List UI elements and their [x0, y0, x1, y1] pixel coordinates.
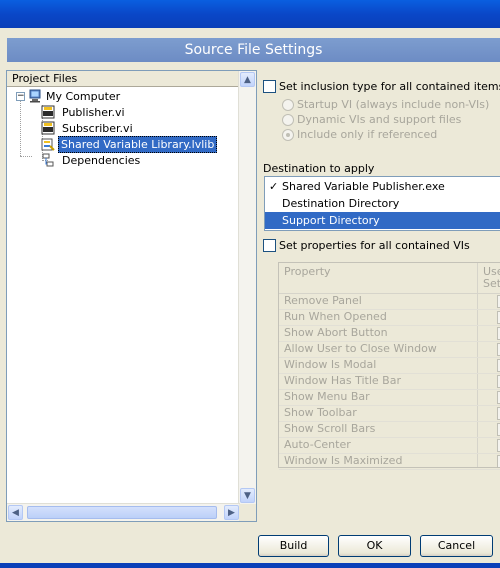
scroll-corner	[239, 504, 256, 521]
column-header-property: Property	[284, 265, 331, 278]
scroll-thumb[interactable]	[27, 506, 217, 519]
destination-item-label: Support Directory	[282, 214, 380, 227]
destination-item-exe[interactable]: ✓ Shared Variable Publisher.exe	[265, 178, 500, 195]
scroll-down-button[interactable]: ▼	[240, 488, 255, 503]
scroll-right-button[interactable]: ▶	[224, 505, 239, 520]
property-name: Allow User to Close Window	[284, 342, 437, 355]
property-name: Auto-Center	[284, 438, 351, 451]
tree-item-dependencies[interactable]: Dependencies	[60, 153, 142, 168]
radio-dynamic-vis[interactable]	[282, 114, 294, 126]
table-row: Remove Panel	[279, 293, 500, 310]
tree-item-label: Subscriber.vi	[62, 122, 133, 135]
destination-item-label: Destination Directory	[282, 197, 400, 210]
inclusion-type-label: Set inclusion type for all contained ite…	[279, 80, 500, 93]
tree-item-label: Dependencies	[62, 154, 141, 167]
table-row: Show Abort Button	[279, 325, 500, 342]
inclusion-type-checkbox[interactable]	[263, 80, 276, 93]
tree-item-label: Shared Variable Library.lvlib	[58, 136, 218, 153]
page-title: Source File Settings	[7, 38, 500, 62]
property-name: Show Scroll Bars	[284, 422, 376, 435]
radio-dynamic-vis-label: Dynamic VIs and support files	[297, 113, 462, 126]
project-files-tree[interactable]: Project Files − My Computer Publisher.vi…	[6, 70, 257, 522]
tree-item-subscriber[interactable]: Subscriber.vi	[60, 121, 135, 136]
cancel-button[interactable]: Cancel	[420, 535, 493, 557]
radio-startup-vi[interactable]	[282, 99, 294, 111]
property-name: Window Is Modal	[284, 358, 377, 371]
dependencies-icon	[42, 153, 54, 167]
property-name: Remove Panel	[284, 294, 362, 307]
property-name: Show Toolbar	[284, 406, 357, 419]
destination-label: Destination to apply	[263, 162, 375, 175]
table-header: Property Use Setti	[279, 263, 500, 294]
scroll-up-button[interactable]: ▲	[240, 72, 255, 87]
properties-checkbox-label: Set properties for all contained VIs	[279, 239, 470, 252]
property-name: Window Has Title Bar	[284, 374, 401, 387]
tree-item-publisher[interactable]: Publisher.vi	[60, 105, 127, 120]
table-row: Show Menu Bar	[279, 389, 500, 406]
table-row: Window Is Modal	[279, 357, 500, 374]
property-name: Show Menu Bar	[284, 390, 370, 403]
tree-item-label: Publisher.vi	[62, 106, 125, 119]
destination-item-label: Shared Variable Publisher.exe	[282, 180, 445, 193]
tree-line	[20, 101, 21, 156]
window-bottom-border	[0, 563, 500, 568]
build-button[interactable]: Build	[258, 535, 329, 557]
vertical-scrollbar[interactable]: ▲ ▼	[238, 71, 256, 504]
table-row: Window Is Maximized	[279, 453, 500, 470]
radio-include-if-referenced[interactable]	[282, 129, 294, 141]
radio-startup-vi-label: Startup VI (always include non-VIs)	[297, 98, 490, 111]
collapse-toggle[interactable]: −	[16, 92, 25, 101]
table-row: Auto-Center	[279, 437, 500, 454]
table-row: Show Toolbar	[279, 405, 500, 422]
tree-item-library[interactable]: Shared Variable Library.lvlib	[58, 136, 218, 153]
tree-item-label: My Computer	[46, 90, 121, 103]
radio-include-if-referenced-label: Include only if referenced	[297, 128, 438, 141]
property-name: Show Abort Button	[284, 326, 388, 339]
table-row: Window Has Title Bar	[279, 373, 500, 390]
scroll-left-button[interactable]: ◀	[8, 505, 23, 520]
tree-header: Project Files	[7, 71, 240, 87]
properties-table: Property Use Setti Remove Panel Run When …	[278, 262, 500, 470]
table-row: Run When Opened	[279, 309, 500, 326]
destination-item-support[interactable]: Support Directory	[265, 212, 500, 229]
table-row: Show Scroll Bars	[279, 421, 500, 438]
properties-checkbox[interactable]	[263, 239, 276, 252]
tree-line	[20, 156, 32, 157]
destination-list[interactable]: ✓ Shared Variable Publisher.exe Destinat…	[264, 176, 500, 231]
horizontal-scrollbar[interactable]: ◀ ▶	[7, 503, 240, 521]
column-header-user-2: Setti	[483, 277, 500, 290]
computer-icon	[29, 89, 41, 103]
library-icon	[41, 138, 55, 151]
ok-button[interactable]: OK	[338, 535, 411, 557]
destination-item-directory[interactable]: Destination Directory	[265, 195, 500, 212]
property-name: Run When Opened	[284, 310, 387, 323]
table-row: Allow User to Close Window	[279, 341, 500, 358]
vi-icon	[41, 105, 55, 119]
check-icon: ✓	[269, 180, 279, 193]
window-titlebar[interactable]	[0, 0, 500, 28]
tree-item-my-computer[interactable]: My Computer	[44, 89, 122, 104]
property-name: Window Is Maximized	[284, 454, 403, 467]
vi-icon	[41, 121, 55, 135]
